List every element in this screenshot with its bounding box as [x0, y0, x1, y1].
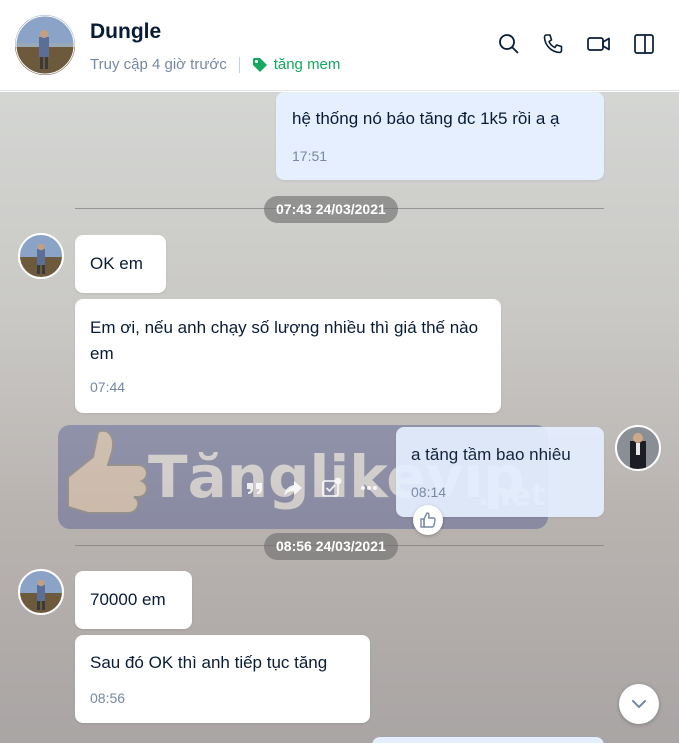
date-divider-label: 07:43 24/03/2021 — [264, 196, 398, 223]
message-bubble-outgoing[interactable] — [372, 737, 604, 743]
contact-tag[interactable]: tăng mem — [252, 56, 341, 73]
scroll-to-bottom-button[interactable] — [619, 684, 659, 724]
contact-name[interactable]: Dungle — [90, 20, 161, 44]
message-text: Sau đó OK thì anh tiếp tục tăng — [90, 653, 328, 672]
my-avatar[interactable] — [615, 425, 661, 471]
more-icon — [361, 486, 377, 490]
message-bubble-incoming[interactable]: OK em — [75, 235, 166, 293]
message-text: 70000 em — [90, 590, 166, 609]
more-button[interactable] — [354, 473, 384, 503]
contact-avatar-small[interactable] — [18, 569, 64, 615]
message-hover-actions — [240, 473, 384, 503]
video-call-button[interactable] — [586, 31, 612, 57]
forward-button[interactable] — [278, 473, 308, 503]
message-text: a tăng tầm bao nhiêu — [411, 445, 571, 464]
quote-icon — [247, 483, 262, 494]
contact-status-row: Truy cập 4 giờ trước tăng mem — [90, 56, 340, 73]
quote-button[interactable] — [240, 473, 270, 503]
search-icon — [499, 34, 519, 54]
last-seen-text: Truy cập 4 giờ trước — [90, 56, 227, 73]
react-button[interactable] — [413, 505, 443, 535]
status-separator — [238, 56, 240, 73]
conversation-info-button[interactable] — [631, 31, 657, 57]
chevron-down-icon — [632, 700, 646, 708]
video-icon — [587, 37, 610, 51]
message-time: 07:44 — [90, 379, 126, 395]
phone-icon — [543, 34, 563, 54]
tag-label: tăng mem — [273, 56, 341, 73]
message-text: hệ thống nó báo tăng đc 1k5 rồi a ạ — [292, 109, 560, 128]
message-list[interactable]: Tănglikevip .net hệ thống nó báo tăng đc… — [0, 92, 679, 743]
thumbs-up-icon — [420, 512, 436, 528]
select-icon — [322, 477, 342, 497]
message-bubble-incoming[interactable]: Sau đó OK thì anh tiếp tục tăng 08:56 — [75, 635, 370, 723]
message-bubble-incoming[interactable]: Em ơi, nếu anh chạy số lượng nhiều thì g… — [75, 299, 501, 413]
search-button[interactable] — [496, 31, 522, 57]
message-time: 17:51 — [292, 148, 328, 164]
message-bubble-outgoing[interactable]: hệ thống nó báo tăng đc 1k5 rồi a ạ 17:5… — [276, 92, 604, 180]
call-button[interactable] — [540, 31, 566, 57]
chat-header: Dungle Truy cập 4 giờ trước tăng mem — [0, 0, 679, 91]
message-time: 08:56 — [90, 690, 126, 706]
date-divider-label: 08:56 24/03/2021 — [264, 533, 398, 560]
tag-icon — [252, 57, 267, 72]
forward-icon — [284, 481, 302, 496]
contact-avatar-small[interactable] — [18, 233, 64, 279]
message-bubble-incoming[interactable]: 70000 em — [75, 571, 192, 629]
sidebar-toggle-icon — [634, 34, 654, 54]
message-bubble-outgoing[interactable]: a tăng tầm bao nhiêu 08:14 — [396, 427, 604, 517]
contact-avatar[interactable] — [15, 15, 75, 75]
message-text: OK em — [90, 254, 143, 273]
message-text: Em ơi, nếu anh chạy số lượng nhiều thì g… — [90, 318, 479, 363]
select-button[interactable] — [316, 473, 346, 503]
message-time: 08:14 — [411, 484, 447, 500]
